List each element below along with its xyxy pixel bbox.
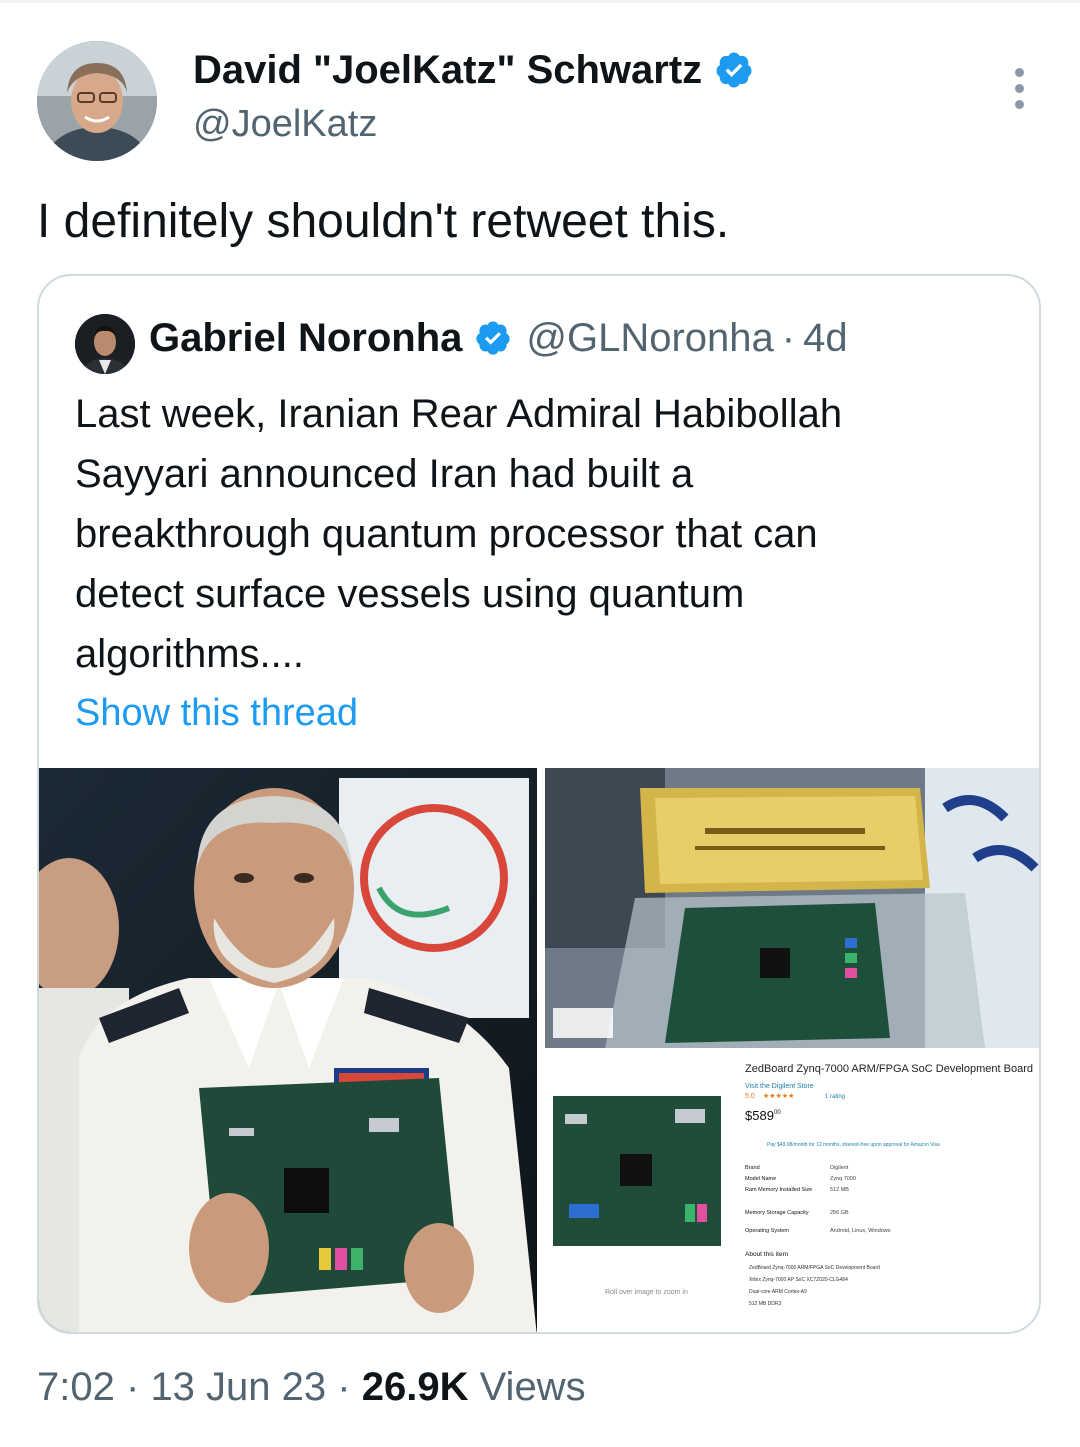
listing-rating: 5.0 — [745, 1093, 755, 1100]
more-options-icon[interactable] — [1008, 68, 1032, 109]
quoted-header: Gabriel Noronha @GLNoronha · 4d — [149, 312, 848, 364]
listing-title: ZedBoard Zynq-7000 ARM/FPGA SoC Developm… — [745, 1063, 1033, 1075]
quoted-text-line: Sayyari announced Iran had built a — [75, 452, 694, 496]
about-bullet: Xilinx Zynq-7000 AP SoC XC7Z020-CLG484 — [749, 1277, 848, 1283]
tweet-date[interactable]: 13 Jun 23 — [150, 1365, 326, 1409]
photo-admiral-holding-board[interactable] — [39, 768, 537, 1332]
spec-label: Model Name — [745, 1176, 776, 1182]
spec-label: Brand — [745, 1165, 760, 1171]
spec-value: Android, Linux, Windows — [830, 1228, 891, 1234]
spec-label: Memory Storage Capacity — [745, 1210, 809, 1216]
show-thread-link[interactable]: Show this thread — [75, 688, 358, 738]
quoted-text-line: breakthrough quantum processor that can — [75, 512, 818, 556]
tweet-meta: 7:02 · 13 Jun 23 · 26.9K Views — [37, 1362, 586, 1412]
listing-financing: Pay $49.08/month for 12 months, interest… — [767, 1142, 940, 1148]
quoted-text-line: Last week, Iranian Rear Admiral Habiboll… — [75, 392, 843, 436]
views-count[interactable]: 26.9K — [362, 1365, 469, 1409]
author-name[interactable]: David "JoelKatz" Schwartz — [193, 46, 702, 94]
author-name-row: David "JoelKatz" Schwartz — [193, 46, 754, 94]
separator-dot: · — [337, 1365, 351, 1409]
quoted-author-handle[interactable]: @GLNoronha — [526, 312, 773, 364]
quoted-text-line: algorithms.... — [75, 632, 304, 676]
spec-label: Ram Memory Installed Size — [745, 1187, 812, 1193]
media-grid: Roll over image to zoom in ZedBoard Zynq… — [39, 768, 1039, 1332]
about-bullet: 512 MB DDR3 — [749, 1301, 781, 1307]
quoted-author-avatar[interactable] — [75, 314, 135, 374]
photo-product-listing[interactable]: Roll over image to zoom in ZedBoard Zynq… — [545, 1054, 1039, 1332]
spec-value: Zynq 7000 — [830, 1176, 856, 1182]
rating-stars-icon: ★★★★★ — [763, 1092, 794, 1100]
quoted-text: Last week, Iranian Rear Admiral Habiboll… — [75, 384, 1005, 684]
quoted-author-name[interactable]: Gabriel Noronha — [149, 312, 462, 364]
about-bullet: Dual-core ARM Cortex-A9 — [749, 1289, 807, 1295]
verified-badge-icon — [716, 52, 752, 88]
spec-value: Digilent — [830, 1165, 849, 1171]
quoted-age[interactable]: 4d — [803, 312, 848, 364]
views-label: Views — [479, 1365, 586, 1409]
photo-board-display[interactable] — [545, 768, 1039, 1048]
spec-value: 256 GB — [830, 1210, 849, 1216]
separator-dot: · — [781, 316, 796, 360]
zoom-hint: Roll over image to zoom in — [605, 1289, 688, 1296]
listing-ratings-count: 1 rating — [825, 1094, 845, 1100]
tweet-time[interactable]: 7:02 — [37, 1365, 115, 1409]
quoted-tweet-card[interactable]: Gabriel Noronha @GLNoronha · 4d Last wee… — [37, 274, 1041, 1334]
top-divider — [0, 0, 1080, 3]
spec-label: Operating System — [745, 1228, 789, 1234]
separator-dot: · — [125, 1365, 140, 1409]
verified-badge-icon — [476, 321, 511, 355]
author-handle[interactable]: @JoelKatz — [193, 101, 377, 147]
listing-store: Visit the Digilent Store — [745, 1083, 814, 1090]
author-avatar[interactable] — [37, 41, 157, 161]
listing-price: $589 — [745, 1108, 774, 1123]
listing-price-cents: 00 — [774, 1110, 781, 1116]
about-heading: About this item — [745, 1251, 788, 1258]
spec-value: 512 MB — [830, 1187, 849, 1193]
quoted-text-line: detect surface vessels using quantum — [75, 572, 745, 616]
about-bullet: ZedBoard Zynq-7000 ARM/FPGA SoC Developm… — [749, 1265, 880, 1271]
tweet-text: I definitely shouldn't retweet this. — [37, 195, 730, 248]
